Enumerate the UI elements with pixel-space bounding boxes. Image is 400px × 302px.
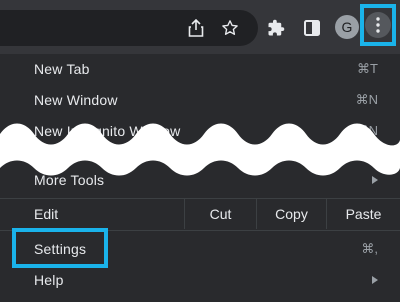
menu-item-label: Help [34,272,64,288]
cut-button[interactable]: Cut [184,199,256,229]
browser-toolbar: G [0,0,400,54]
chevron-right-icon [372,276,378,284]
menu-item-new-tab[interactable]: New Tab ⌘T [0,54,400,84]
kebab-menu-icon[interactable] [365,12,391,38]
settings-highlight [12,228,108,268]
profile-avatar[interactable]: G [335,15,359,39]
shortcut-label: ⌘, [361,241,378,256]
extensions-icon[interactable] [262,14,290,42]
menu-item-label: Edit [34,206,59,222]
copy-button[interactable]: Copy [256,199,326,229]
shortcut-label: ⌘T [357,61,378,76]
sidepanel-icon[interactable] [298,14,326,42]
menu-item-help[interactable]: Help [0,265,400,295]
shortcut-label: ⌘N [355,92,378,107]
menu-item-edit: Edit Cut Copy Paste [0,199,400,229]
torn-edge-overlay [0,123,400,176]
menu-item-new-window[interactable]: New Window ⌘N [0,85,400,115]
menu-button-highlight[interactable] [360,4,396,46]
menu-item-label: New Tab [34,61,90,77]
share-icon[interactable] [182,14,210,42]
paste-button[interactable]: Paste [326,199,400,229]
star-icon[interactable] [216,14,244,42]
menu-item-label: New Window [34,92,118,108]
